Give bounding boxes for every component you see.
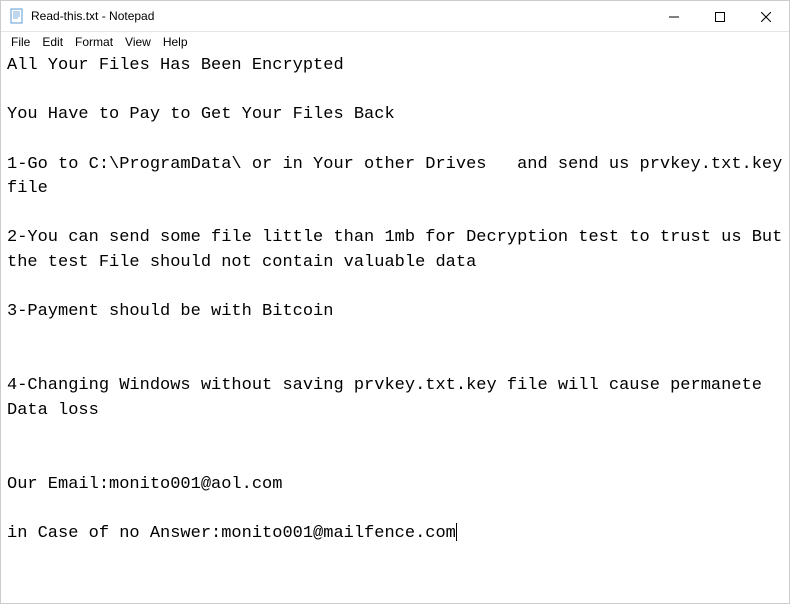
minimize-icon (669, 12, 679, 22)
menu-edit[interactable]: Edit (36, 33, 69, 51)
close-button[interactable] (743, 1, 789, 32)
titlebar: Read-this.txt - Notepad (1, 1, 789, 32)
menu-help[interactable]: Help (157, 33, 194, 51)
close-icon (761, 12, 771, 22)
menu-format[interactable]: Format (69, 33, 119, 51)
notepad-icon (9, 8, 25, 24)
menu-file[interactable]: File (5, 33, 36, 51)
menubar: File Edit Format View Help (1, 32, 789, 52)
menu-view[interactable]: View (119, 33, 157, 51)
maximize-button[interactable] (697, 1, 743, 32)
minimize-button[interactable] (651, 1, 697, 32)
text-editor-area[interactable]: All Your Files Has Been Encrypted You Ha… (1, 52, 789, 549)
document-text: All Your Files Has Been Encrypted You Ha… (7, 56, 790, 543)
window-title: Read-this.txt - Notepad (31, 9, 651, 23)
text-caret (456, 523, 457, 541)
maximize-icon (715, 12, 725, 22)
window-controls (651, 1, 789, 31)
